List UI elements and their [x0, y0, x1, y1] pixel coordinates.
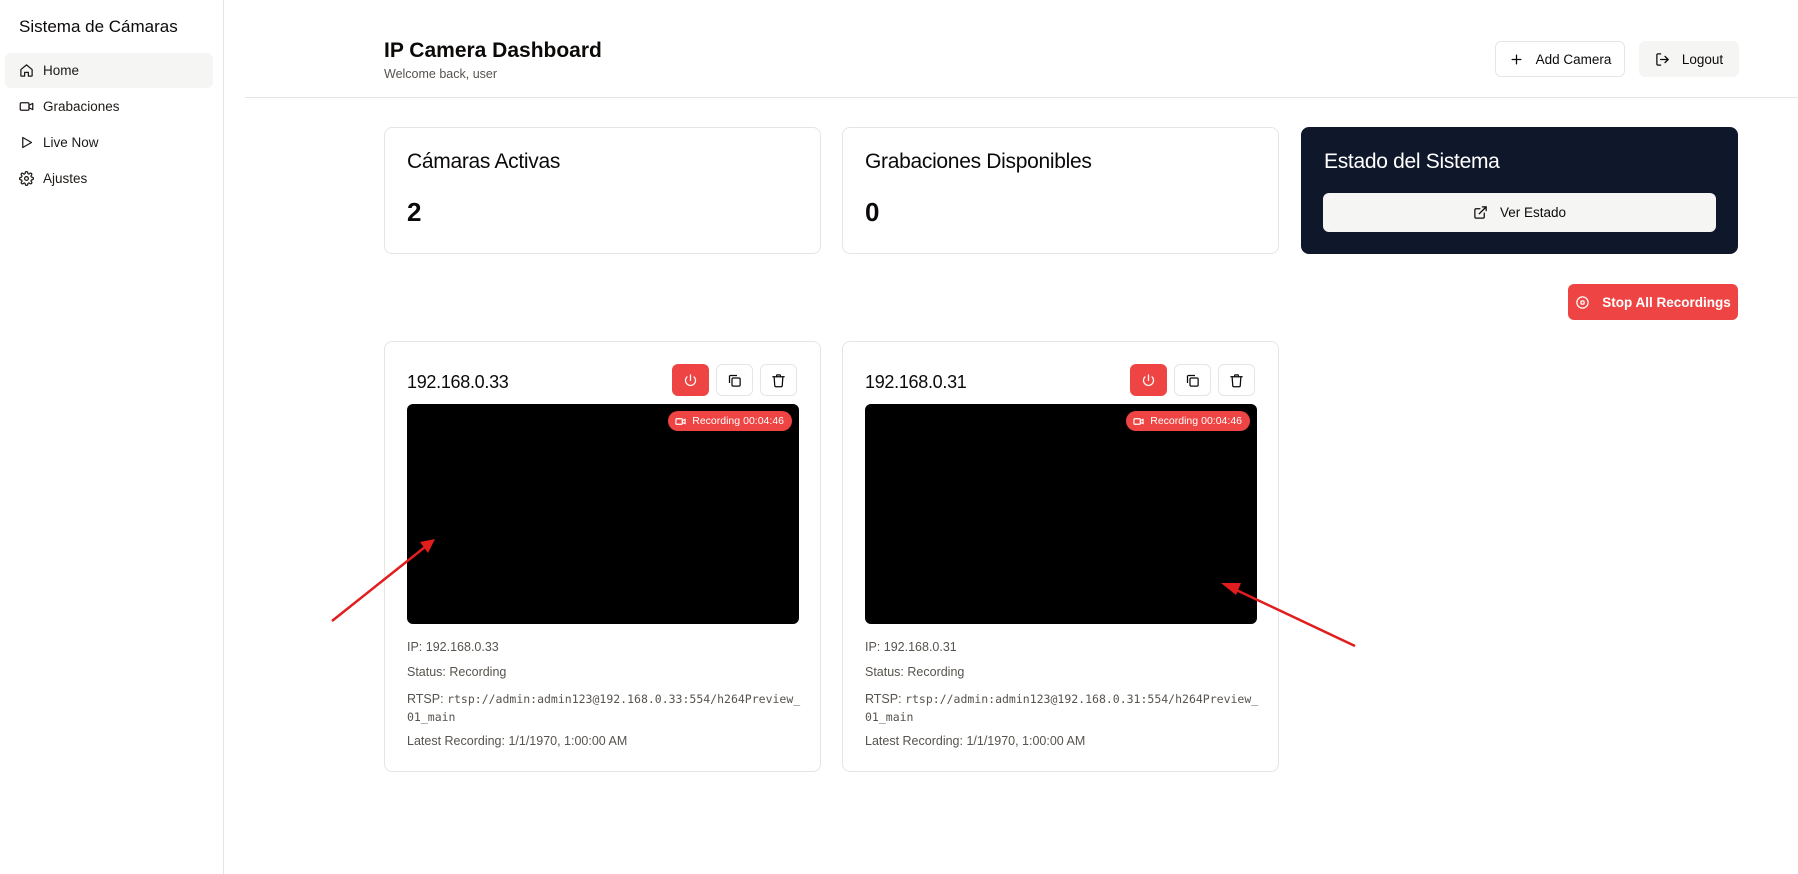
copy-icon [1186, 374, 1199, 387]
view-status-label: Ver Estado [1499, 205, 1567, 220]
video-icon [19, 102, 34, 111]
sidebar-item-label: Ajustes [43, 171, 88, 186]
copy-icon [728, 374, 741, 387]
sidebar-item-label: Live Now [43, 135, 99, 150]
camera-rtsp: RTSP: rtsp://admin:admin123@192.168.0.33… [407, 690, 807, 726]
recording-badge: Recording 00:04:46 [1126, 411, 1250, 431]
sidebar-item-grabaciones[interactable]: Grabaciones [5, 89, 213, 124]
stop-circle-icon [1576, 295, 1589, 309]
camera-video-feed[interactable]: Recording 00:04:46 [407, 404, 799, 624]
trash-icon [772, 373, 785, 387]
recording-badge-time: 00:04:46 [1201, 415, 1242, 427]
sidebar: Sistema de Cámaras Home Grabaciones Live… [0, 0, 224, 874]
page-header: IP Camera Dashboard Welcome back, user A… [245, 0, 1798, 98]
trash-icon [1230, 373, 1243, 387]
sidebar-item-home[interactable]: Home [5, 53, 213, 88]
stat-card-system-status: Estado del Sistema Ver Estado [1301, 127, 1738, 254]
sidebar-nav: Home Grabaciones Live Now Ajustes [5, 53, 213, 197]
stat-value: 0 [865, 197, 880, 227]
camera-card: 192.168.0.31 Recording 00:04:46 IP: 192.1… [842, 341, 1279, 772]
video-icon [675, 417, 686, 425]
delete-button[interactable] [1218, 364, 1255, 396]
stop-all-recordings-button[interactable]: Stop All Recordings [1568, 284, 1738, 320]
logout-icon [1656, 52, 1669, 66]
app-brand: Sistema de Cámaras [19, 17, 178, 36]
camera-ip: IP: 192.168.0.33 [407, 640, 499, 654]
view-status-button[interactable]: Ver Estado [1323, 193, 1716, 232]
camera-rtsp: RTSP: rtsp://admin:admin123@192.168.0.31… [865, 690, 1265, 726]
sidebar-item-live-now[interactable]: Live Now [5, 125, 213, 160]
add-camera-button[interactable]: Add Camera [1495, 41, 1625, 77]
stat-value: 2 [407, 197, 422, 227]
page-title: IP Camera Dashboard [384, 39, 602, 62]
camera-title: 192.168.0.31 [865, 372, 967, 392]
sidebar-item-label: Grabaciones [43, 99, 120, 114]
camera-latest-recording: Latest Recording: 1/1/1970, 1:00:00 AM [865, 734, 1086, 748]
copy-button[interactable] [1174, 364, 1211, 396]
camera-status: Status: Recording [865, 665, 965, 679]
stat-title: Estado del Sistema [1324, 150, 1500, 173]
delete-button[interactable] [760, 364, 797, 396]
camera-card: 192.168.0.33 Recording 00:04:46 IP: 192.1… [384, 341, 821, 772]
power-button[interactable] [672, 364, 709, 396]
camera-title: 192.168.0.33 [407, 372, 509, 392]
camera-status: Status: Recording [407, 665, 507, 679]
rtsp-label: RTSP: [407, 692, 444, 706]
rtsp-label: RTSP: [865, 692, 902, 706]
video-icon [1133, 417, 1144, 425]
power-button[interactable] [1130, 364, 1167, 396]
plus-icon [1511, 54, 1522, 64]
stat-card-recordings: Grabaciones Disponibles 0 [842, 127, 1279, 254]
stat-card-active-cameras: Cámaras Activas 2 [384, 127, 821, 254]
rtsp-url: rtsp://admin:admin123@192.168.0.31:554/h… [865, 692, 1259, 724]
logout-label: Logout [1681, 51, 1724, 67]
recording-badge: Recording 00:04:46 [668, 411, 792, 431]
welcome-subtitle: Welcome back, user [384, 67, 498, 81]
play-icon [22, 136, 33, 149]
sidebar-item-ajustes[interactable]: Ajustes [5, 161, 213, 196]
power-icon [684, 373, 697, 386]
camera-video-feed[interactable]: Recording 00:04:46 [865, 404, 1257, 624]
recording-badge-label: Recording [692, 415, 741, 427]
external-link-icon [1474, 206, 1487, 219]
copy-button[interactable] [716, 364, 753, 396]
power-icon [1142, 373, 1155, 386]
recording-badge-label: Recording [1150, 415, 1199, 427]
logout-button[interactable]: Logout [1639, 41, 1739, 77]
rtsp-url: rtsp://admin:admin123@192.168.0.33:554/h… [407, 692, 801, 724]
stop-all-label: Stop All Recordings [1602, 294, 1731, 310]
gear-icon [19, 171, 34, 186]
camera-latest-recording: Latest Recording: 1/1/1970, 1:00:00 AM [407, 734, 628, 748]
recording-badge-time: 00:04:46 [743, 415, 784, 427]
home-icon [20, 64, 33, 77]
camera-ip: IP: 192.168.0.31 [865, 640, 957, 654]
stat-title: Cámaras Activas [407, 150, 561, 173]
sidebar-item-label: Home [43, 63, 80, 78]
add-camera-label: Add Camera [1535, 51, 1612, 67]
stat-title: Grabaciones Disponibles [865, 150, 1092, 173]
